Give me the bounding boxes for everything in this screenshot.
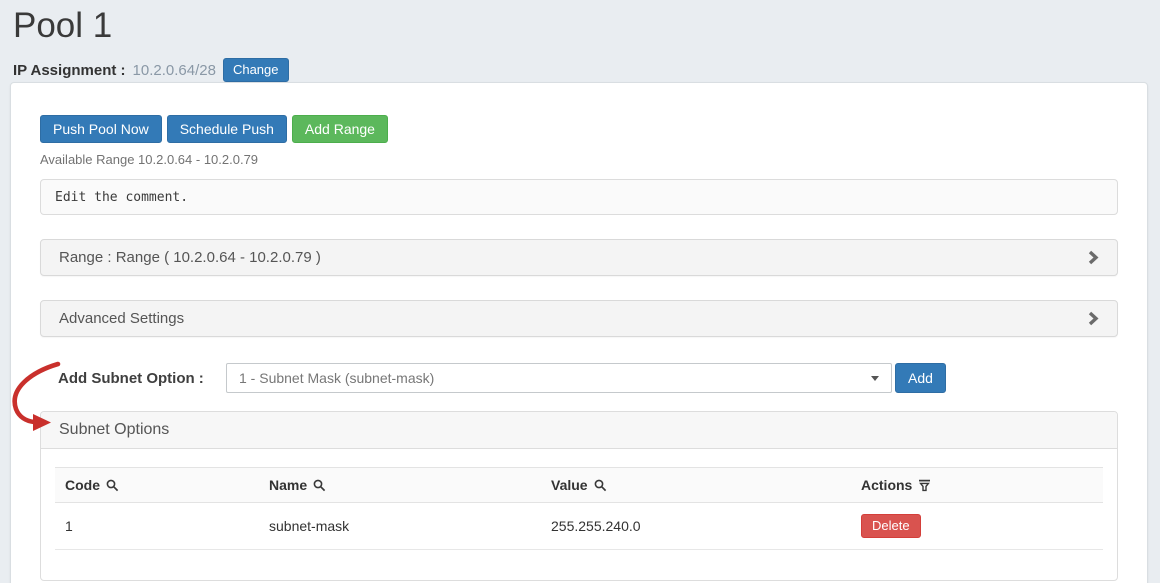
cell-actions: Delete <box>851 503 1103 550</box>
change-button[interactable]: Change <box>223 58 289 82</box>
toolbar: Push Pool Now Schedule Push Add Range <box>40 115 1118 143</box>
push-pool-now-button[interactable]: Push Pool Now <box>40 115 162 143</box>
add-subnet-option-button[interactable]: Add <box>895 363 946 393</box>
column-label: Code <box>65 477 100 493</box>
delete-button[interactable]: Delete <box>861 514 921 538</box>
search-icon[interactable] <box>594 479 607 492</box>
available-range-text: Available Range 10.2.0.64 - 10.2.0.79 <box>40 152 1118 167</box>
chevron-right-icon <box>1088 311 1099 326</box>
add-range-button[interactable]: Add Range <box>292 115 388 143</box>
page-title: Pool 1 <box>13 6 112 46</box>
search-icon[interactable] <box>313 479 326 492</box>
range-accordion-title: Range : Range ( 10.2.0.64 - 10.2.0.79 ) <box>59 249 321 266</box>
advanced-settings-title: Advanced Settings <box>59 310 184 327</box>
add-subnet-option-row: Add Subnet Option : 1 - Subnet Mask (sub… <box>58 363 1118 393</box>
caret-down-icon <box>871 376 879 381</box>
range-accordion-header[interactable]: Range : Range ( 10.2.0.64 - 10.2.0.79 ) <box>40 239 1118 276</box>
cell-name: subnet-mask <box>259 503 541 550</box>
ip-assignment-line: IP Assignment : 10.2.0.64/28 Change <box>13 58 289 82</box>
subnet-options-panel: Subnet Options Code <box>40 411 1118 581</box>
schedule-push-button[interactable]: Schedule Push <box>167 115 287 143</box>
column-label: Name <box>269 477 307 493</box>
advanced-settings-accordion-header[interactable]: Advanced Settings <box>40 300 1118 337</box>
subnet-option-select[interactable]: 1 - Subnet Mask (subnet-mask) <box>226 363 892 393</box>
comment-input[interactable]: Edit the comment. <box>40 179 1118 215</box>
ip-assignment-value: 10.2.0.64/28 <box>133 62 216 79</box>
add-subnet-option-label: Add Subnet Option : <box>58 370 226 387</box>
column-header-actions: Actions <box>851 468 1103 503</box>
ip-assignment-label: IP Assignment : <box>13 62 126 79</box>
table-row: 1 subnet-mask 255.255.240.0 Delete <box>55 503 1103 550</box>
subnet-options-panel-body: Code Name <box>41 449 1117 580</box>
cell-code: 1 <box>55 503 259 550</box>
subnet-options-table: Code Name <box>55 467 1103 550</box>
column-header-code: Code <box>55 468 259 503</box>
filter-icon[interactable] <box>918 479 931 492</box>
table-header-row: Code Name <box>55 468 1103 503</box>
column-header-value: Value <box>541 468 851 503</box>
chevron-right-icon <box>1088 250 1099 265</box>
column-label: Value <box>551 477 588 493</box>
column-label: Actions <box>861 477 912 493</box>
search-icon[interactable] <box>106 479 119 492</box>
cell-value: 255.255.240.0 <box>541 503 851 550</box>
pool-card: Push Pool Now Schedule Push Add Range Av… <box>10 82 1148 583</box>
column-header-name: Name <box>259 468 541 503</box>
subnet-options-panel-title: Subnet Options <box>41 412 1117 449</box>
subnet-option-selected-value: 1 - Subnet Mask (subnet-mask) <box>239 370 434 386</box>
